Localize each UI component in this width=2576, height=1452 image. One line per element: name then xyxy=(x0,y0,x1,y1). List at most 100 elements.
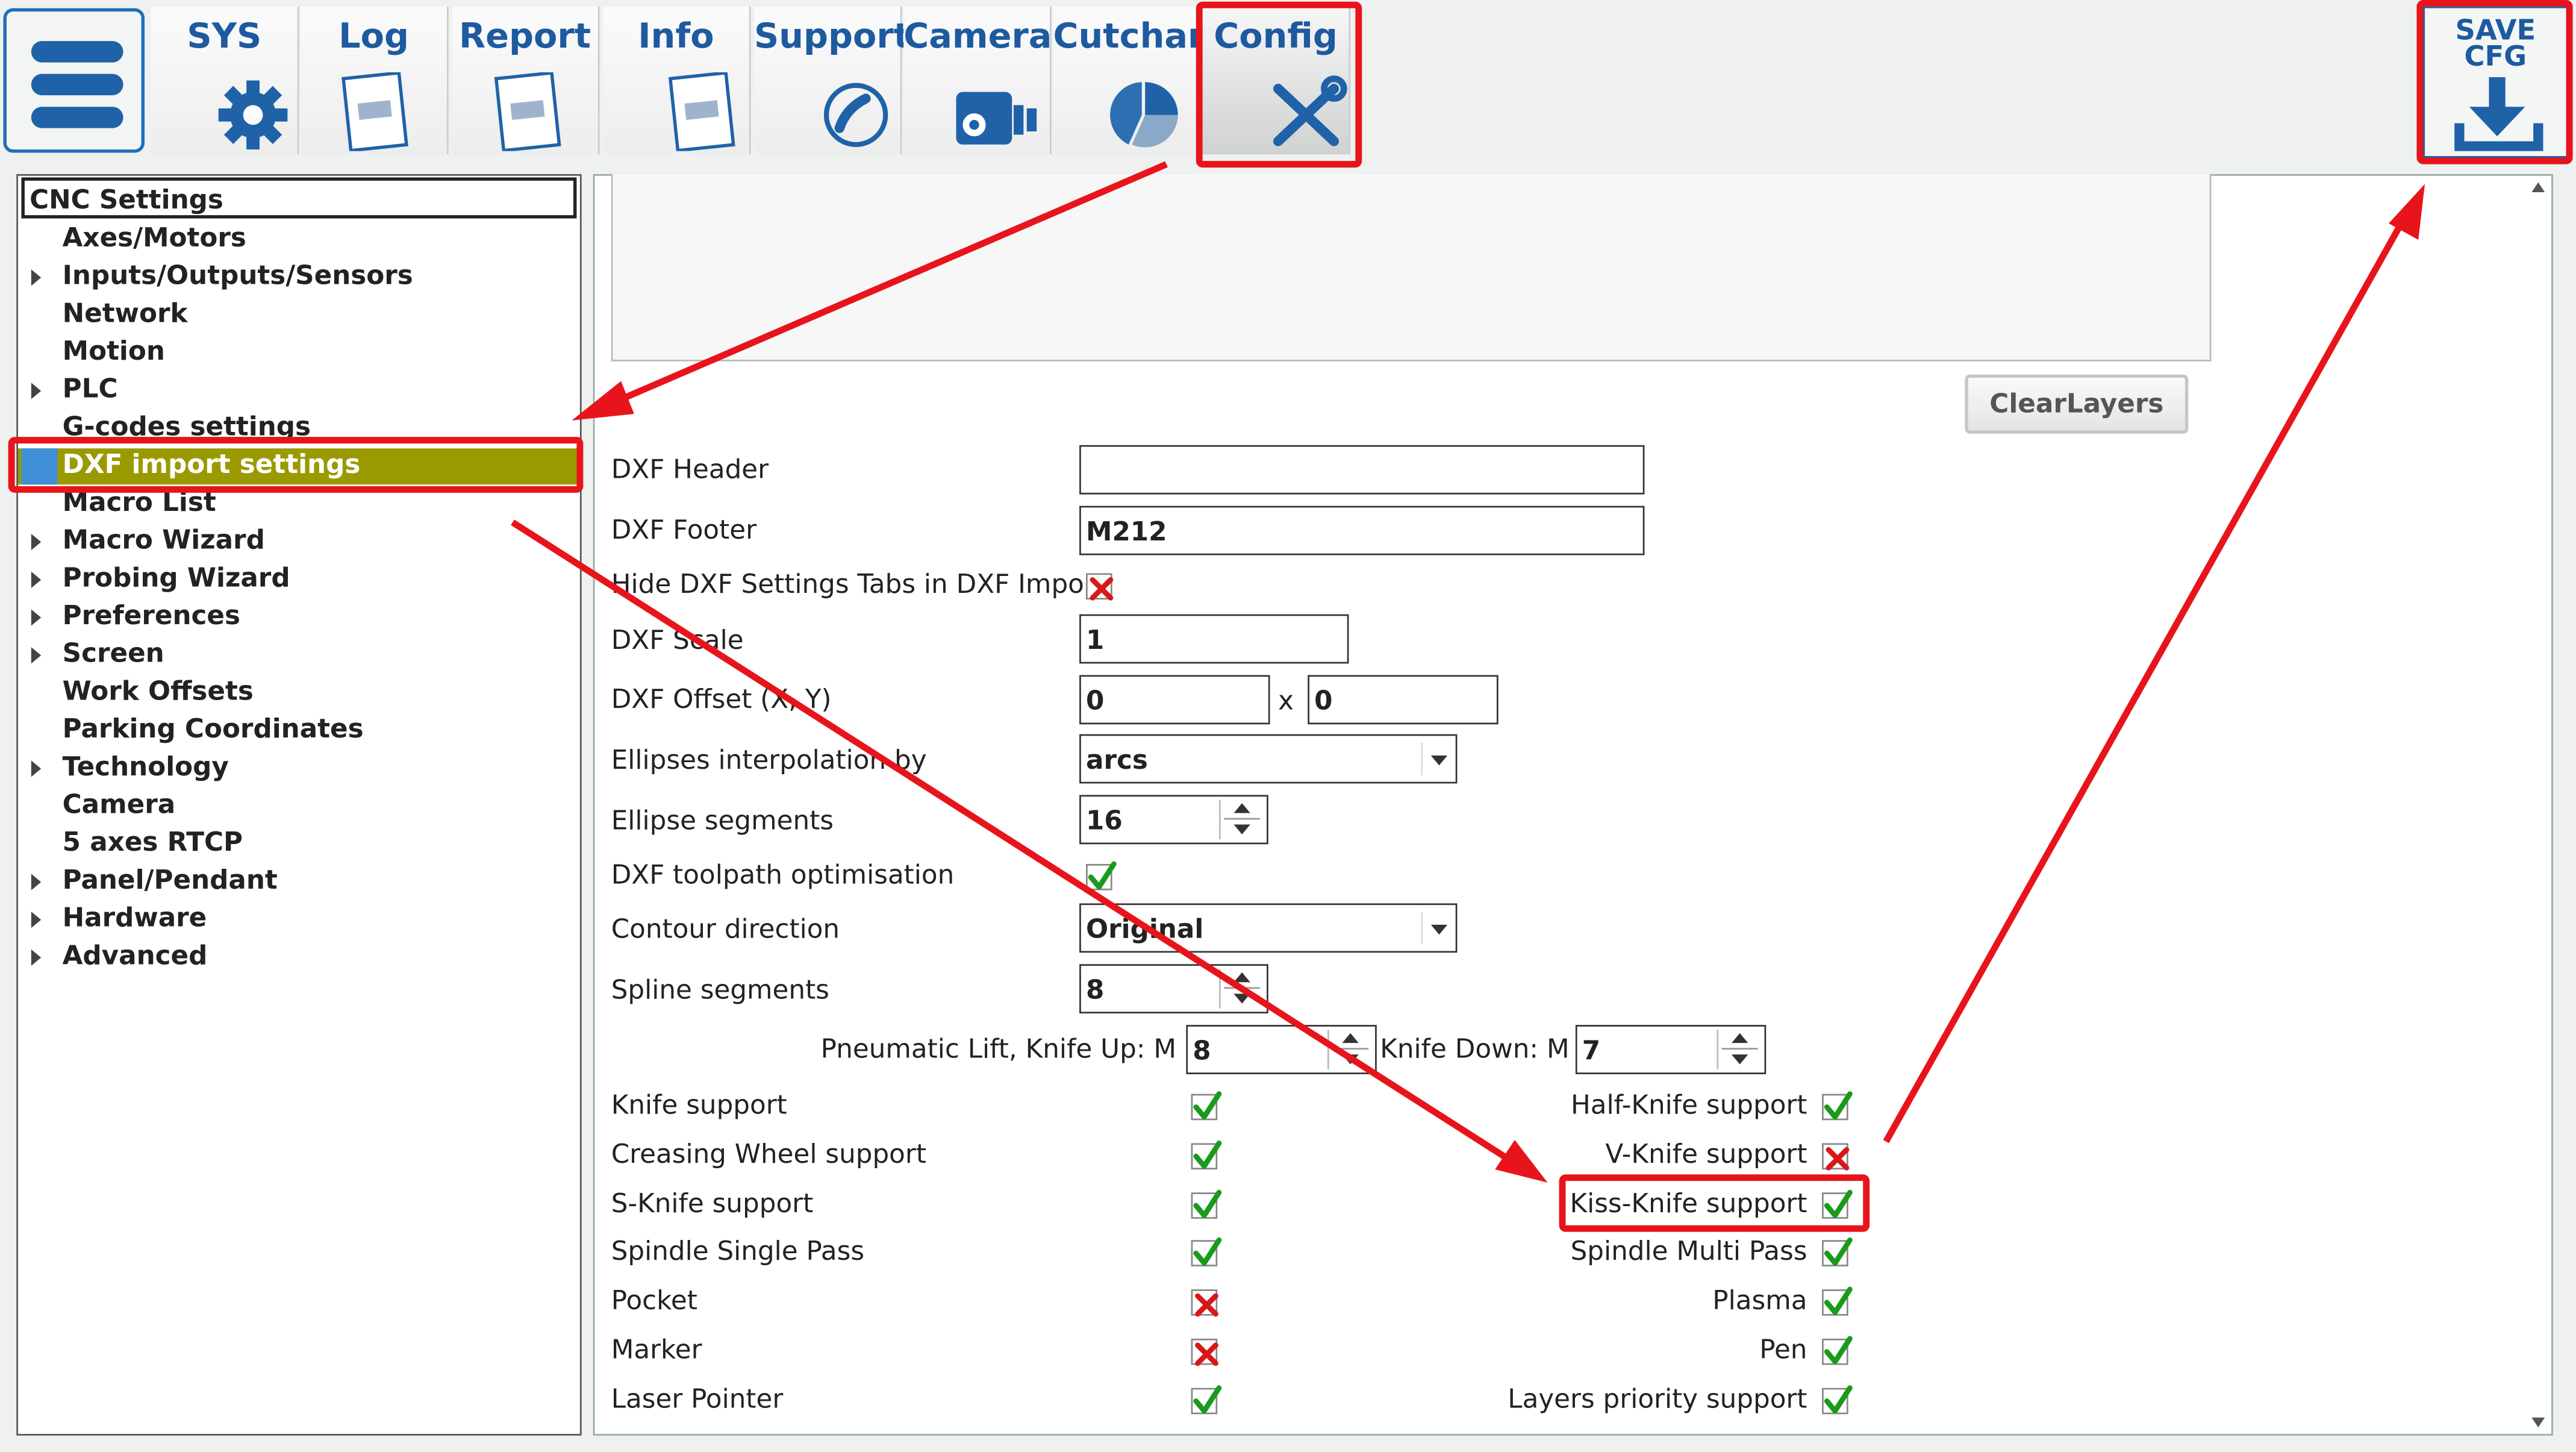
expand-arrow-icon[interactable] xyxy=(31,874,42,890)
feature-checkbox[interactable] xyxy=(1191,1189,1222,1219)
tree-item[interactable]: Probing Wizard xyxy=(18,562,580,598)
ellipses-interpolation-select[interactable]: arcs xyxy=(1079,734,1458,784)
expand-arrow-icon[interactable] xyxy=(31,912,42,928)
toolpath-optimisation-checkbox[interactable] xyxy=(1086,861,1117,890)
report-sheet-icon xyxy=(452,70,598,152)
check-label: Pen xyxy=(1759,1333,1807,1365)
tree-item[interactable]: Preferences xyxy=(18,599,580,636)
feature-checkbox[interactable] xyxy=(1822,1385,1853,1415)
tree-item[interactable]: Technology xyxy=(18,751,580,787)
expand-arrow-icon[interactable] xyxy=(31,534,42,551)
tab-support[interactable]: Support xyxy=(754,6,910,155)
tree-item[interactable]: Screen xyxy=(18,637,580,674)
scroll-up-icon[interactable] xyxy=(2531,182,2545,192)
tab-log[interactable]: Log xyxy=(301,6,449,155)
dxf-scale-input[interactable]: 1 xyxy=(1079,614,1349,664)
check-label: Laser Pointer xyxy=(611,1383,784,1415)
check-label: Pocket xyxy=(611,1284,697,1316)
expand-arrow-icon[interactable] xyxy=(31,609,42,626)
tab-cutchart[interactable]: Cutchart xyxy=(1053,6,1221,155)
tab-report[interactable]: Report xyxy=(452,6,600,155)
feature-checkbox[interactable] xyxy=(1191,1385,1222,1415)
main-menu-button[interactable] xyxy=(3,8,145,153)
log-sheet-icon xyxy=(301,70,447,152)
tree-item-label: Screen xyxy=(62,637,164,669)
feature-checkbox[interactable] xyxy=(1191,1091,1222,1121)
tree-item[interactable]: PLC xyxy=(18,373,580,409)
tree-item[interactable]: Camera xyxy=(18,789,580,825)
dxf-offset-y-input[interactable]: 0 xyxy=(1308,675,1499,725)
save-button-highlight xyxy=(2416,0,2573,164)
feature-checkbox[interactable] xyxy=(1191,1237,1222,1266)
tree-item[interactable]: Advanced xyxy=(18,939,580,975)
info-sheet-icon xyxy=(603,70,749,152)
ellipse-segments-label: Ellipse segments xyxy=(611,804,834,836)
tree-item-label: Motion xyxy=(62,335,165,366)
scroll-down-icon[interactable] xyxy=(2531,1417,2545,1428)
expand-arrow-icon[interactable] xyxy=(31,571,42,588)
tree-item-label: PLC xyxy=(62,372,118,404)
feature-checkbox[interactable] xyxy=(1191,1289,1218,1317)
spline-segments-value: 8 xyxy=(1086,974,1105,1006)
clear-layers-button[interactable]: ClearLayers xyxy=(1965,374,2189,434)
tree-item-label: Parking Coordinates xyxy=(62,713,364,744)
expand-arrow-icon[interactable] xyxy=(31,383,42,399)
expand-arrow-icon[interactable] xyxy=(31,949,42,966)
tree-item[interactable]: Axes/Motors xyxy=(18,222,580,258)
tab-info[interactable]: Info xyxy=(603,6,751,155)
expand-arrow-icon[interactable] xyxy=(31,760,42,777)
camera-icon xyxy=(903,72,1050,151)
tree-item-highlight xyxy=(8,437,584,493)
knife-down-stepper[interactable]: 7 xyxy=(1575,1025,1767,1074)
tree-item[interactable]: Motion xyxy=(18,335,580,371)
feature-checkbox[interactable] xyxy=(1191,1141,1222,1170)
knife-up-label: Pneumatic Lift, Knife Up: M xyxy=(820,1033,1177,1065)
stepper-arrows-icon[interactable] xyxy=(1717,1030,1761,1069)
layers-list[interactable] xyxy=(611,174,2212,361)
tab-label: Info xyxy=(638,16,714,56)
feature-checkbox[interactable] xyxy=(1822,1286,1853,1316)
tree-item[interactable]: Work Offsets xyxy=(18,675,580,711)
pie-chart-icon xyxy=(1053,72,1199,151)
contour-direction-label: Contour direction xyxy=(611,913,840,945)
feature-checkbox[interactable] xyxy=(1822,1237,1853,1266)
dxf-footer-input[interactable]: M212 xyxy=(1079,505,1645,555)
vertical-scrollbar[interactable] xyxy=(2527,176,2551,1434)
feature-checkbox[interactable] xyxy=(1822,1189,1853,1219)
tree-item[interactable]: Inputs/Outputs/Sensors xyxy=(18,260,580,296)
dxf-footer-label: DXF Footer xyxy=(611,514,757,546)
dxf-offset-x-input[interactable]: 0 xyxy=(1079,675,1270,725)
tree-item-label: Camera xyxy=(62,788,176,820)
ellipse-segments-stepper[interactable]: 16 xyxy=(1079,795,1268,845)
knife-down-label: Knife Down: M xyxy=(1380,1033,1570,1065)
tree-item[interactable]: 5 axes RTCP xyxy=(18,826,580,862)
expand-arrow-icon[interactable] xyxy=(31,269,42,286)
feature-checkbox[interactable] xyxy=(1822,1143,1850,1171)
feature-checkbox[interactable] xyxy=(1191,1338,1218,1366)
expand-arrow-icon[interactable] xyxy=(31,647,42,664)
hide-tabs-checkbox[interactable] xyxy=(1086,573,1114,601)
contour-direction-select[interactable]: Original xyxy=(1079,903,1458,953)
feature-checkbox[interactable] xyxy=(1822,1091,1853,1121)
stepper-arrows-icon[interactable] xyxy=(1218,969,1264,1009)
tree-item[interactable]: Parking Coordinates xyxy=(18,713,580,749)
tree-item-label: Preferences xyxy=(62,599,241,631)
check-label: Marker xyxy=(611,1333,702,1365)
tree-item-label: Technology xyxy=(62,750,229,782)
spline-segments-stepper[interactable]: 8 xyxy=(1079,964,1268,1014)
tree-item-label: 5 axes RTCP xyxy=(62,826,243,858)
tab-camera[interactable]: Camera xyxy=(903,6,1052,155)
tab-label: Report xyxy=(459,16,591,56)
dxf-header-input[interactable] xyxy=(1079,445,1645,495)
knife-up-stepper[interactable]: 8 xyxy=(1186,1025,1377,1074)
feature-checkbox[interactable] xyxy=(1822,1336,1853,1365)
stepper-arrows-icon[interactable] xyxy=(1218,800,1264,840)
ellipses-interpolation-value: arcs xyxy=(1086,743,1148,775)
tree-item[interactable]: Panel/Pendant xyxy=(18,864,580,900)
tab-label: SYS xyxy=(187,16,262,56)
tree-item[interactable]: Network xyxy=(18,297,580,333)
stepper-arrows-icon[interactable] xyxy=(1327,1030,1372,1069)
tab-sys[interactable]: SYS xyxy=(151,6,299,155)
tree-item[interactable]: Macro Wizard xyxy=(18,524,580,560)
tree-item[interactable]: Hardware xyxy=(18,902,580,938)
